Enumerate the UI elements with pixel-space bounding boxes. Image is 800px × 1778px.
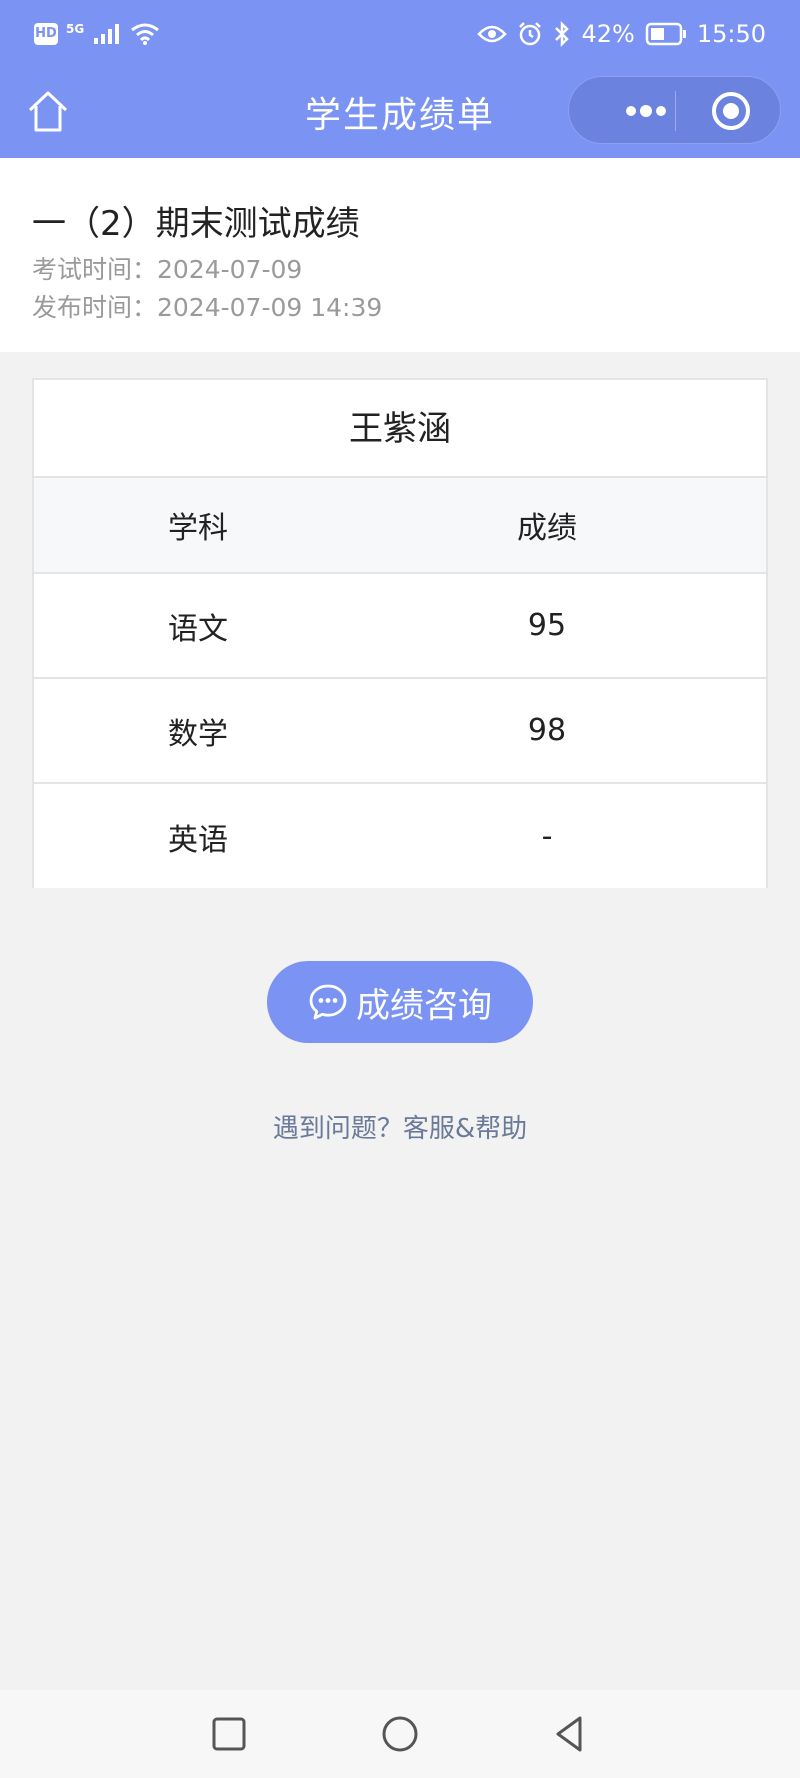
status-bar: HD 5G 42% 15:50 <box>0 0 800 76</box>
wifi-icon <box>131 23 160 45</box>
subject-cell: 数学 <box>168 716 228 752</box>
subject-cell: 英语 <box>168 822 228 858</box>
score-consult-button[interactable]: 成绩咨询 <box>267 961 533 1043</box>
table-row: 数学 98 <box>34 679 766 784</box>
navigation-bar: 学生成绩单 <box>0 76 800 158</box>
header-subject: 学科 <box>168 511 228 546</box>
back-icon[interactable] <box>548 1712 592 1756</box>
score-cell: 98 <box>527 713 567 748</box>
subject-cell: 语文 <box>168 611 228 647</box>
score-table: 王紫涵 学科 成绩 语文 95 数学 98 英语 - <box>32 378 768 888</box>
eye-icon <box>477 25 508 43</box>
more-icon[interactable] <box>601 77 691 145</box>
network-label: 5G <box>66 22 85 36</box>
exam-info-card: 一（2）期末测试成绩 考试时间：2024-07-09 发布时间：2024-07-… <box>0 158 800 352</box>
bluetooth-icon <box>555 21 570 47</box>
mini-program-capsule <box>568 76 781 144</box>
home-circle-icon[interactable] <box>378 1712 422 1756</box>
help-link[interactable]: 遇到问题？客服&帮助 <box>0 1108 800 1145</box>
score-cell: - <box>541 819 553 854</box>
student-name: 王紫涵 <box>34 380 766 478</box>
close-target-icon[interactable] <box>709 89 753 133</box>
system-navigation-bar <box>0 1690 800 1778</box>
table-row: 英语 - <box>34 784 766 889</box>
alarm-icon <box>519 22 542 46</box>
capsule-divider <box>675 91 676 131</box>
score-consult-label: 成绩咨询 <box>356 985 492 1026</box>
clock: 15:50 <box>696 20 766 48</box>
recent-apps-icon[interactable] <box>207 1712 251 1756</box>
table-row: 语文 95 <box>34 574 766 679</box>
battery-percent: 42% <box>581 20 635 48</box>
table-header-row: 学科 成绩 <box>34 478 766 574</box>
score-cell: 95 <box>527 608 567 643</box>
publish-time: 发布时间：2024-07-09 14:39 <box>32 293 383 322</box>
header-score: 成绩 <box>517 511 577 546</box>
exam-time: 考试时间：2024-07-09 <box>32 255 303 284</box>
exam-title: 一（2）期末测试成绩 <box>32 204 360 244</box>
chat-bubble-icon <box>309 984 347 1020</box>
battery-icon <box>645 22 686 46</box>
top-bar: HD 5G 42% 15:50 学生成绩单 <box>0 0 800 158</box>
hd-badge: HD <box>34 23 58 45</box>
signal-icon <box>94 24 120 44</box>
